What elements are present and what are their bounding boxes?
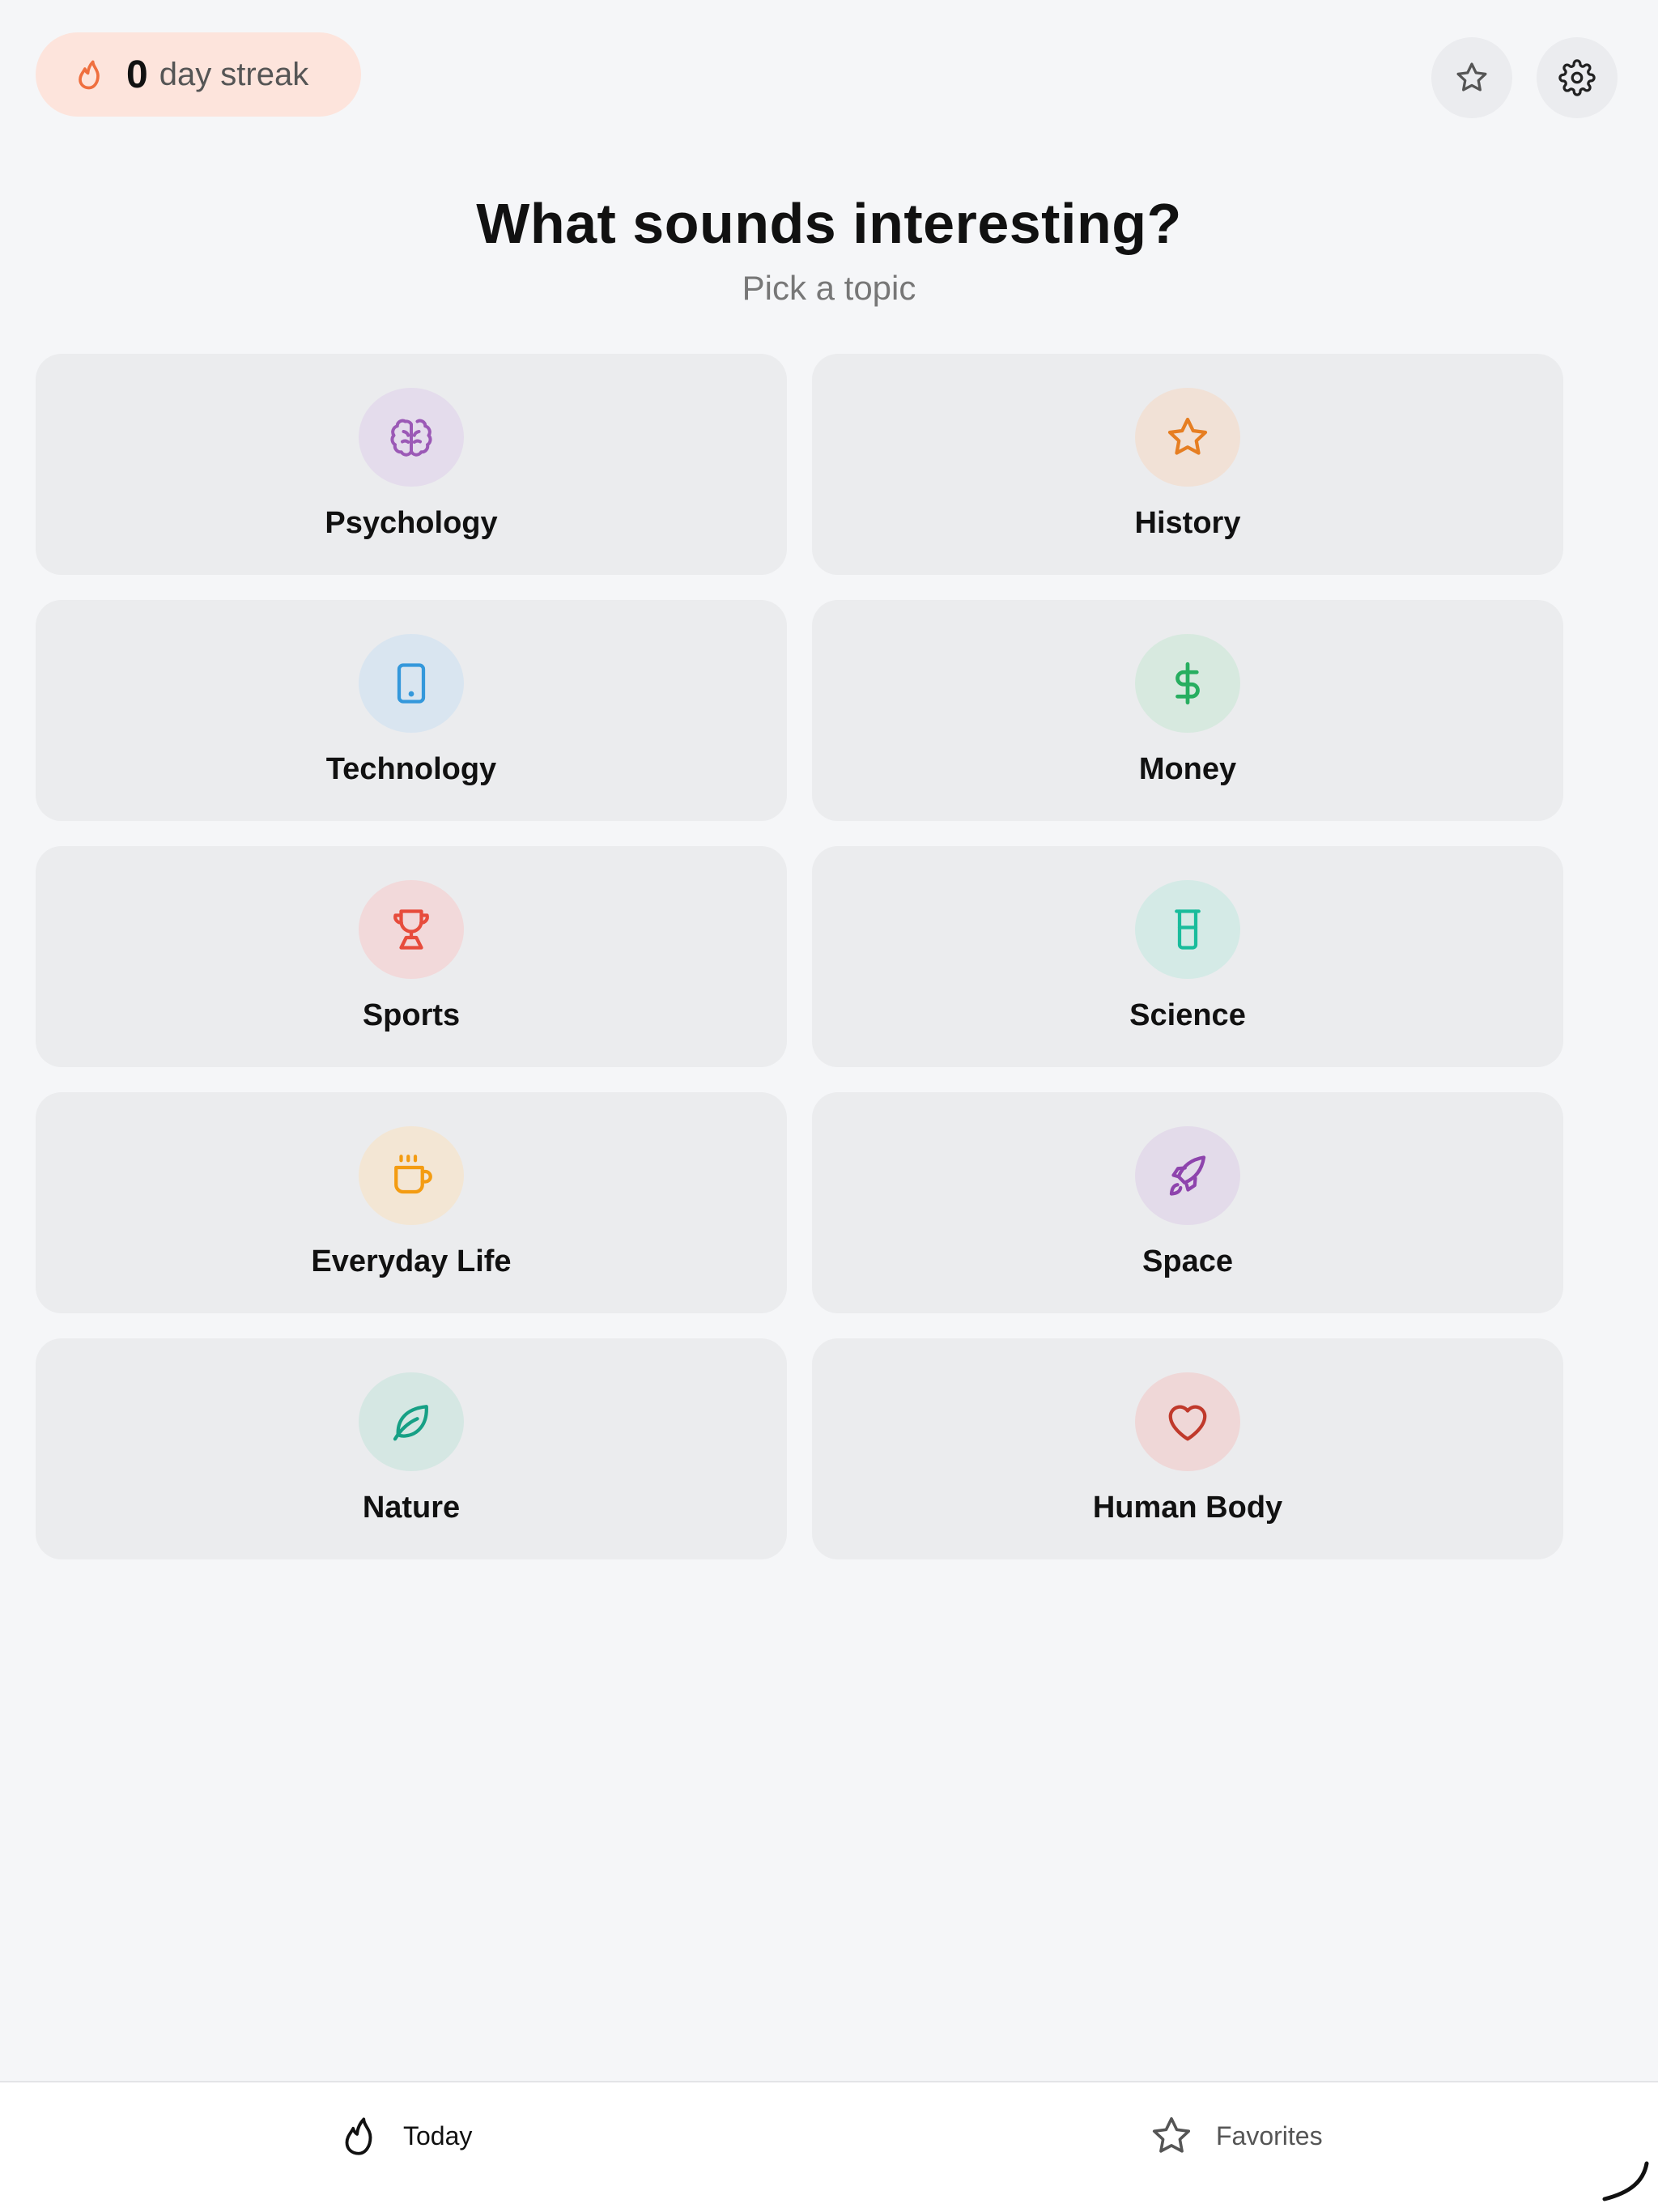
streak-badge: 0 day streak bbox=[36, 32, 361, 117]
dollar-icon bbox=[1163, 659, 1212, 708]
page-title: What sounds interesting? bbox=[476, 192, 1182, 255]
topic-card-history[interactable]: History bbox=[812, 354, 1563, 575]
beaker-icon bbox=[1163, 905, 1212, 954]
topic-icon-bg bbox=[1135, 388, 1240, 487]
tab-favorites-label: Favorites bbox=[1216, 2121, 1323, 2150]
tab-favorites[interactable]: Favorites bbox=[1148, 2110, 1323, 2162]
star-icon bbox=[1453, 59, 1490, 96]
favorites-button[interactable] bbox=[1431, 37, 1512, 118]
topic-label: Human Body bbox=[1092, 1491, 1283, 1525]
topic-icon-bg bbox=[359, 634, 464, 733]
resize-handle-icon bbox=[1601, 2157, 1650, 2206]
leaf-icon bbox=[387, 1397, 436, 1446]
tablet-icon bbox=[387, 659, 436, 708]
topic-card-money[interactable]: Money bbox=[812, 600, 1563, 821]
star-icon bbox=[1163, 413, 1212, 462]
flame-icon bbox=[71, 57, 107, 92]
topic-icon-bg bbox=[359, 388, 464, 487]
bottom-nav: Today Favorites bbox=[0, 2081, 1658, 2212]
page-subtitle: Pick a topic bbox=[742, 269, 916, 307]
topic-card-nature[interactable]: Nature bbox=[36, 1338, 787, 1559]
topic-label: Science bbox=[1129, 998, 1246, 1032]
topic-grid: Psychology History Technology Money Spor… bbox=[36, 354, 1563, 1559]
tab-today[interactable]: Today bbox=[335, 2110, 472, 2162]
topic-card-science[interactable]: Science bbox=[812, 846, 1563, 1067]
gear-icon bbox=[1558, 59, 1596, 96]
topic-icon-bg bbox=[1135, 1126, 1240, 1225]
flame-icon bbox=[335, 2112, 403, 2159]
rocket-icon bbox=[1163, 1151, 1212, 1200]
topic-label: Everyday Life bbox=[311, 1244, 512, 1278]
heart-icon bbox=[1163, 1397, 1212, 1446]
brain-icon bbox=[387, 413, 436, 462]
topic-icon-bg bbox=[359, 1372, 464, 1471]
topic-icon-bg bbox=[359, 1126, 464, 1225]
topic-card-space[interactable]: Space bbox=[812, 1092, 1563, 1313]
coffee-icon bbox=[387, 1151, 436, 1200]
topic-icon-bg bbox=[1135, 634, 1240, 733]
star-icon bbox=[1148, 2112, 1216, 2159]
topic-label: Space bbox=[1142, 1244, 1233, 1278]
trophy-icon bbox=[387, 905, 436, 954]
topic-label: Psychology bbox=[325, 506, 498, 540]
topic-label: Technology bbox=[325, 752, 497, 786]
topic-card-psychology[interactable]: Psychology bbox=[36, 354, 787, 575]
topic-card-technology[interactable]: Technology bbox=[36, 600, 787, 821]
topic-card-everyday-life[interactable]: Everyday Life bbox=[36, 1092, 787, 1313]
topic-icon-bg bbox=[359, 880, 464, 979]
settings-button[interactable] bbox=[1537, 37, 1618, 118]
tab-today-label: Today bbox=[403, 2121, 473, 2150]
topic-label: History bbox=[1134, 506, 1241, 540]
streak-label: day streak bbox=[159, 56, 309, 92]
topic-card-human-body[interactable]: Human Body bbox=[812, 1338, 1563, 1559]
streak-count: 0 bbox=[126, 53, 148, 96]
topic-label: Sports bbox=[362, 998, 461, 1032]
topic-label: Nature bbox=[362, 1491, 461, 1525]
topic-icon-bg bbox=[1135, 880, 1240, 979]
topic-icon-bg bbox=[1135, 1372, 1240, 1471]
topic-label: Money bbox=[1138, 752, 1237, 786]
topic-card-sports[interactable]: Sports bbox=[36, 846, 787, 1067]
